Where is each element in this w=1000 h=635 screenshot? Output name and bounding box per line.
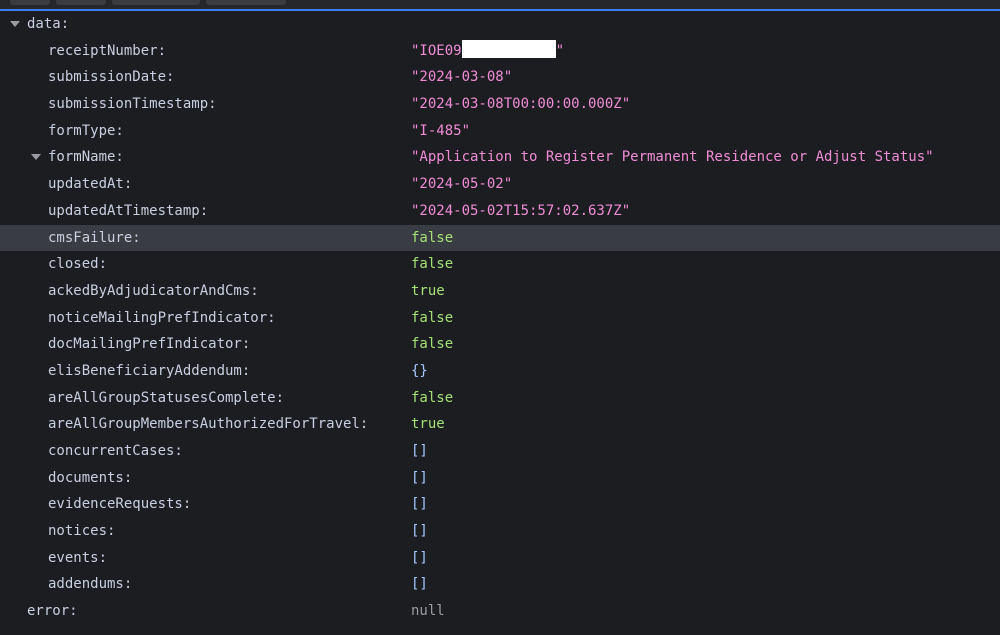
receipt-prefix: "IOE09 — [411, 42, 462, 59]
node-value: false — [411, 309, 454, 326]
node-key: formName: — [48, 149, 124, 166]
receipt-suffix: " — [555, 42, 565, 59]
tree-node-evidenceRequests[interactable]: evidenceRequests: [] — [0, 491, 1000, 518]
toolbar-tab[interactable] — [112, 0, 200, 5]
tree-node-formName[interactable]: formName: "Application to Register Perma… — [0, 144, 1000, 171]
node-key: updatedAt: — [48, 176, 133, 193]
node-value: null — [411, 603, 445, 620]
node-key: documents: — [48, 469, 133, 486]
triangle-down-icon[interactable] — [31, 154, 41, 161]
tree-node-updatedAtTimestamp[interactable]: updatedAtTimestamp: "2024-05-02T15:57:02… — [0, 198, 1000, 225]
node-key: addendums: — [48, 576, 133, 593]
node-value: [] — [411, 496, 428, 513]
node-key: submissionDate: — [48, 69, 175, 86]
tree-node-cmsFailure[interactable]: cmsFailure: false — [0, 224, 1000, 252]
node-value: {} — [411, 362, 428, 379]
node-key: evidenceRequests: — [48, 496, 192, 513]
node-value: "2024-05-02" — [411, 176, 513, 193]
node-value: [] — [411, 549, 428, 566]
node-key: receiptNumber: — [48, 42, 167, 59]
node-value: false — [411, 256, 454, 273]
tree-node-receiptNumber[interactable]: receiptNumber: "IOE09 " — [0, 38, 1000, 65]
toolbar-tab[interactable] — [10, 0, 50, 5]
tree-node-formType[interactable]: formType: "I-485" — [0, 118, 1000, 145]
tree-node-noticeMailingPrefIndicator[interactable]: noticeMailingPrefIndicator: false — [0, 305, 1000, 332]
node-key: docMailingPrefIndicator: — [48, 336, 251, 353]
node-value: [] — [411, 469, 428, 486]
node-key: error: — [27, 603, 78, 620]
node-value: "IOE09 " — [411, 38, 564, 65]
node-value: false — [411, 229, 454, 246]
tree-node-closed[interactable]: closed: false — [0, 251, 1000, 278]
node-key: areAllGroupStatusesComplete: — [48, 389, 285, 406]
node-value: "Application to Register Permanent Resid… — [411, 149, 934, 166]
devtools-toolbar — [0, 0, 1000, 11]
node-key: submissionTimestamp: — [48, 96, 217, 113]
tree-node-addendums[interactable]: addendums: [] — [0, 571, 1000, 598]
tree-node-docMailingPrefIndicator[interactable]: docMailingPrefIndicator: false — [0, 331, 1000, 358]
tree-node-error[interactable]: error: null — [0, 598, 1000, 625]
triangle-down-icon[interactable] — [10, 21, 20, 27]
node-value: false — [411, 389, 454, 406]
node-value: true — [411, 416, 445, 433]
node-key: noticeMailingPrefIndicator: — [48, 309, 276, 326]
node-value: [] — [411, 443, 428, 459]
tree-node-submissionDate[interactable]: submissionDate: "2024-03-08" — [0, 64, 1000, 91]
redaction-box — [461, 39, 556, 58]
node-key: data: — [27, 16, 70, 32]
node-value: "2024-03-08T00:00:00.000Z" — [411, 96, 631, 113]
tree-node-elisBeneficiaryAddendum[interactable]: elisBeneficiaryAddendum: {} — [0, 358, 1000, 385]
tree-node-data[interactable]: data: — [0, 11, 1000, 38]
node-key: elisBeneficiaryAddendum: — [48, 362, 251, 379]
node-key: areAllGroupMembersAuthorizedForTravel: — [48, 416, 369, 433]
node-value: false — [411, 336, 454, 353]
toolbar-tab[interactable] — [206, 0, 286, 5]
node-value: [] — [411, 523, 428, 540]
toolbar-tab[interactable] — [56, 0, 106, 5]
tree-node-areAllGroupMembersAuthorizedForTravel[interactable]: areAllGroupMembersAuthorizedForTravel: t… — [0, 411, 1000, 438]
json-tree: data: receiptNumber: "IOE09 " submissionD… — [0, 11, 1000, 625]
node-key: events: — [48, 549, 108, 566]
node-value: true — [411, 282, 445, 299]
node-key: concurrentCases: — [48, 443, 183, 459]
node-key: formType: — [48, 122, 124, 139]
tree-node-ackedByAdjudicatorAndCms[interactable]: ackedByAdjudicatorAndCms: true — [0, 278, 1000, 305]
node-value: "2024-05-02T15:57:02.637Z" — [411, 202, 631, 219]
tree-node-documents[interactable]: documents: [] — [0, 465, 1000, 492]
node-key: cmsFailure: — [48, 229, 141, 246]
node-value: [] — [411, 576, 428, 593]
node-key: ackedByAdjudicatorAndCms: — [48, 282, 259, 299]
tree-node-events[interactable]: events: [] — [0, 545, 1000, 572]
node-key: closed: — [48, 256, 108, 273]
tree-node-concurrentCases[interactable]: concurrentCases: [] — [0, 438, 1000, 465]
node-value: "2024-03-08" — [411, 69, 513, 86]
tree-node-areAllGroupStatusesComplete[interactable]: areAllGroupStatusesComplete: false — [0, 385, 1000, 412]
node-key: updatedAtTimestamp: — [48, 202, 209, 219]
tree-node-notices[interactable]: notices: [] — [0, 518, 1000, 545]
tree-node-submissionTimestamp[interactable]: submissionTimestamp: "2024-03-08T00:00:0… — [0, 91, 1000, 118]
node-value: "I-485" — [411, 122, 471, 139]
node-key: notices: — [48, 523, 116, 540]
tree-node-updatedAt[interactable]: updatedAt: "2024-05-02" — [0, 171, 1000, 198]
